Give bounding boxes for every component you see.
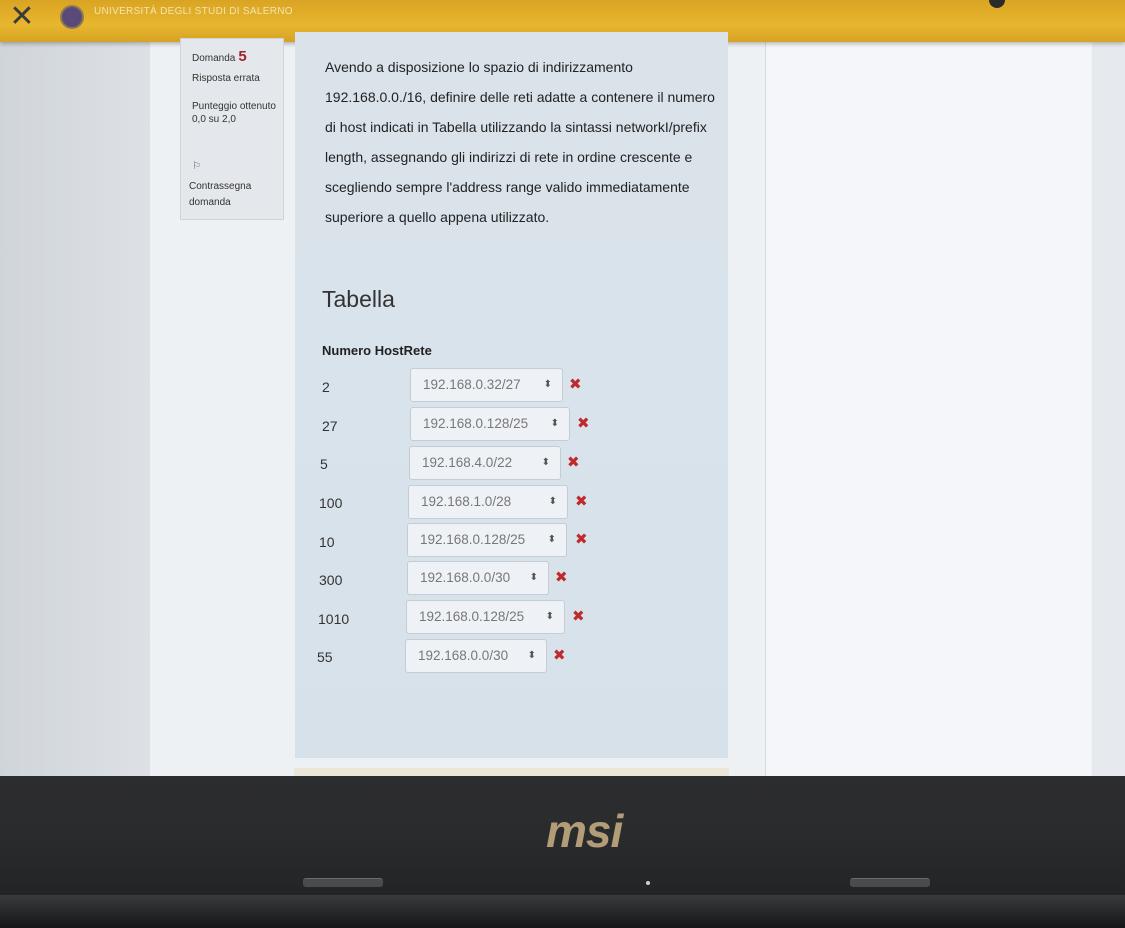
network-select-value: 192.168.4.0/22 (422, 455, 513, 470)
flag-question-link[interactable]: Contrassegna domanda (189, 179, 275, 211)
host-count-label: 100 (319, 495, 343, 511)
incorrect-icon: ✖ (577, 414, 590, 432)
column-network: Rete (403, 343, 432, 358)
host-count-label: 300 (319, 572, 343, 588)
host-count-label: 1010 (318, 611, 350, 627)
screen: ✕ UNIVERSITÀ DEGLI STUDI DI SALERNO Doma… (0, 0, 1125, 800)
university-logo-icon (60, 5, 84, 29)
host-count-label: 2 (322, 379, 330, 395)
network-select[interactable]: 192.168.0.0/30 ⬍ (407, 561, 549, 595)
network-select-value: 192.168.0.0/30 (418, 648, 509, 663)
incorrect-icon: ✖ (575, 492, 588, 510)
question-state: Risposta errata (192, 73, 260, 84)
university-name[interactable]: UNIVERSITÀ DEGLI STUDI DI SALERNO (94, 6, 293, 17)
hinge-right (850, 878, 930, 887)
close-icon[interactable]: ✕ (8, 2, 36, 32)
topbar-menu-icon[interactable] (989, 0, 1005, 8)
network-select-value: 192.168.0.0/30 (420, 570, 511, 585)
incorrect-icon: ✖ (555, 568, 568, 586)
question-label: Domanda (192, 53, 236, 64)
select-arrows-icon: ⬍ (550, 418, 559, 429)
question-content: Avendo a disposizione lo spazio di indir… (295, 32, 728, 758)
host-count-label: 55 (317, 649, 333, 665)
right-region (765, 24, 1091, 800)
host-count-label: 27 (322, 418, 338, 434)
table-heading: Tabella (322, 286, 395, 312)
network-select-value: 192.168.0.128/25 (420, 532, 526, 547)
select-arrows-icon: ⬍ (529, 572, 538, 583)
incorrect-icon: ✖ (567, 453, 580, 471)
flag-icon[interactable]: ⚐ (192, 161, 201, 172)
network-select[interactable]: 192.168.0.32/27 ⬍ (410, 368, 563, 402)
hinge-left (303, 878, 383, 887)
network-select-value: 192.168.0.32/27 (423, 377, 521, 392)
question-number: 5 (238, 48, 247, 65)
network-select-value: 192.168.0.128/25 (419, 609, 525, 624)
host-count-label: 10 (319, 534, 335, 550)
question-number-line: Domanda 5 (192, 48, 247, 65)
network-select[interactable]: 192.168.0.128/25 ⬍ (407, 523, 567, 557)
table-column-headers: Numero HostRete (322, 343, 432, 358)
column-hosts: Numero Host (322, 343, 404, 358)
incorrect-icon: ✖ (575, 530, 588, 548)
question-text: Avendo a disposizione lo spazio di indir… (325, 59, 715, 225)
select-arrows-icon: ⬍ (547, 534, 556, 545)
select-arrows-icon: ⬍ (543, 379, 552, 390)
left-region (0, 42, 150, 800)
select-arrows-icon: ⬍ (541, 457, 550, 468)
laptop-bezel-edge (0, 895, 1125, 928)
incorrect-icon: ✖ (569, 375, 582, 393)
network-select[interactable]: 192.168.1.0/28 ⬍ (408, 485, 568, 519)
network-select-value: 192.168.1.0/28 (421, 494, 512, 509)
select-arrows-icon: ⬍ (548, 496, 557, 507)
question-info: Domanda 5 Risposta errata Punteggio otten… (180, 38, 284, 220)
brand-logo: msi (546, 805, 623, 857)
select-arrows-icon: ⬍ (527, 650, 536, 661)
network-select[interactable]: 192.168.0.128/25 ⬍ (410, 407, 570, 441)
scroll-region (1092, 24, 1125, 800)
incorrect-icon: ✖ (553, 646, 566, 664)
question-grade: Punteggio ottenuto 0,0 su 2,0 (192, 101, 276, 125)
network-select[interactable]: 192.168.4.0/22 ⬍ (409, 446, 561, 480)
incorrect-icon: ✖ (572, 607, 585, 625)
host-count-label: 5 (320, 456, 328, 472)
network-select[interactable]: 192.168.0.0/30 ⬍ (405, 639, 547, 673)
network-select-value: 192.168.0.128/25 (423, 416, 529, 431)
power-led (646, 881, 650, 885)
network-select[interactable]: 192.168.0.128/25 ⬍ (406, 600, 565, 634)
select-arrows-icon: ⬍ (545, 611, 554, 622)
